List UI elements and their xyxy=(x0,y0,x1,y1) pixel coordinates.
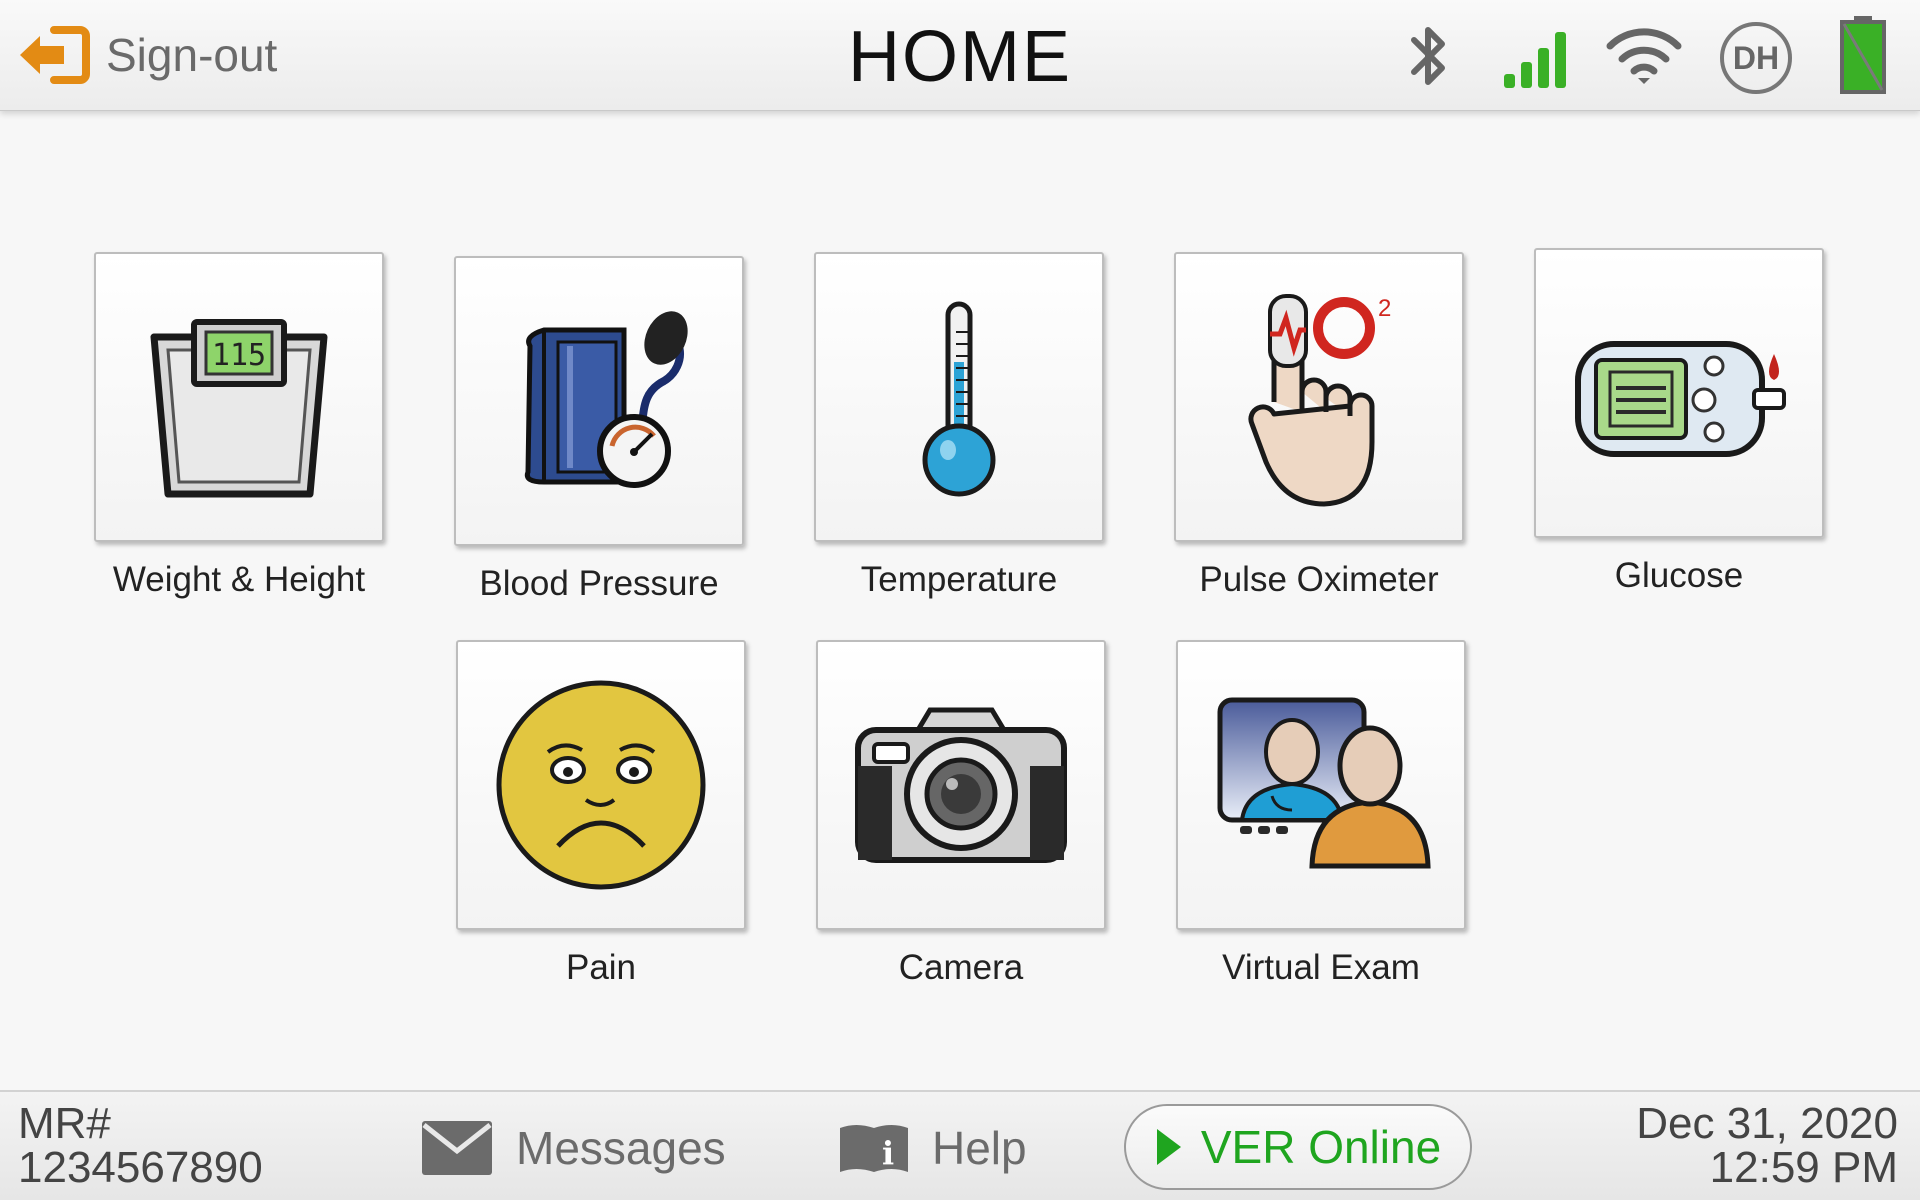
help-label: Help xyxy=(932,1122,1027,1174)
scale-icon: 115 xyxy=(150,319,328,498)
tile-label: Temperature xyxy=(860,560,1058,599)
svg-text:i: i xyxy=(882,1134,894,1172)
tile-label: Camera xyxy=(898,948,1024,987)
date-label: Dec 31, 2020 xyxy=(1636,1099,1898,1148)
battery-icon xyxy=(1840,16,1886,94)
tile-pulse-oximeter[interactable]: 2 Pulse Oximeter xyxy=(1174,252,1464,600)
help-book-icon: i xyxy=(840,1125,908,1172)
user-avatar-icon[interactable]: DH xyxy=(1720,22,1792,94)
sign-out-label: Sign-out xyxy=(106,29,278,81)
bluetooth-icon xyxy=(1411,27,1445,85)
tile-pain-box[interactable] xyxy=(456,640,746,930)
ver-online-button[interactable]: VER Online xyxy=(1124,1104,1472,1190)
date-time: Dec 31, 2020 12:59 PM xyxy=(1636,1102,1898,1190)
play-icon xyxy=(1156,1129,1181,1165)
tile-temperature[interactable]: Temperature xyxy=(814,252,1104,600)
tile-label: Blood Pressure xyxy=(479,564,719,603)
tile-weight-height-box[interactable]: 115 xyxy=(94,252,384,542)
tile-blood-pressure-box[interactable] xyxy=(454,256,744,546)
video-call-icon xyxy=(1217,697,1431,869)
mr-number: 1234567890 xyxy=(18,1143,263,1192)
o2-subscript: 2 xyxy=(1378,295,1391,322)
tile-glucose-box[interactable] xyxy=(1534,248,1824,538)
bottom-bar: MR# 1234567890 Messages i Help VER Onlin… xyxy=(0,1090,1920,1200)
tile-camera-box[interactable] xyxy=(816,640,1106,930)
tile-camera[interactable]: Camera xyxy=(816,640,1106,988)
cell-signal-icon xyxy=(1504,32,1566,88)
tile-label: Glucose xyxy=(1614,556,1744,595)
pulse-oximeter-icon: 2 xyxy=(1248,294,1391,507)
blood-pressure-cuff-icon xyxy=(524,311,688,488)
tile-label: Pain xyxy=(565,948,637,987)
tile-label: Weight & Height xyxy=(112,560,366,599)
help-button[interactable]: i Help xyxy=(838,1116,1027,1180)
medical-record-number: MR# 1234567890 xyxy=(18,1102,263,1190)
time-label: 12:59 PM xyxy=(1709,1143,1898,1192)
top-bar: Sign-out HOME DH xyxy=(0,0,1920,111)
sign-out-icon xyxy=(20,26,90,84)
sign-out-button[interactable]: Sign-out xyxy=(14,24,277,86)
envelope-icon xyxy=(422,1121,492,1175)
camera-icon xyxy=(855,707,1067,863)
messages-label: Messages xyxy=(516,1122,726,1174)
thermometer-icon xyxy=(922,301,996,497)
scale-display-text: 115 xyxy=(212,338,266,373)
tile-virtual-exam-box[interactable] xyxy=(1176,640,1466,930)
tile-glucose[interactable]: Glucose xyxy=(1534,248,1824,596)
messages-button[interactable]: Messages xyxy=(420,1116,726,1180)
tile-pulse-oximeter-box[interactable]: 2 xyxy=(1174,252,1464,542)
tile-label: Pulse Oximeter xyxy=(1199,560,1439,599)
mr-label: MR# xyxy=(18,1099,111,1148)
glucose-meter-icon xyxy=(1575,341,1786,457)
user-initials: DH xyxy=(1732,39,1780,76)
ver-online-label: VER Online xyxy=(1200,1121,1442,1173)
tile-virtual-exam[interactable]: Virtual Exam xyxy=(1176,640,1466,988)
tile-temperature-box[interactable] xyxy=(814,252,1104,542)
tile-weight-height[interactable]: 115 Weight & Height xyxy=(94,252,384,600)
tile-pain[interactable]: Pain xyxy=(456,640,746,988)
tile-label: Virtual Exam xyxy=(1222,948,1420,987)
wifi-icon xyxy=(1606,28,1682,84)
tile-blood-pressure[interactable]: Blood Pressure xyxy=(454,256,744,604)
sad-face-icon xyxy=(496,680,706,890)
